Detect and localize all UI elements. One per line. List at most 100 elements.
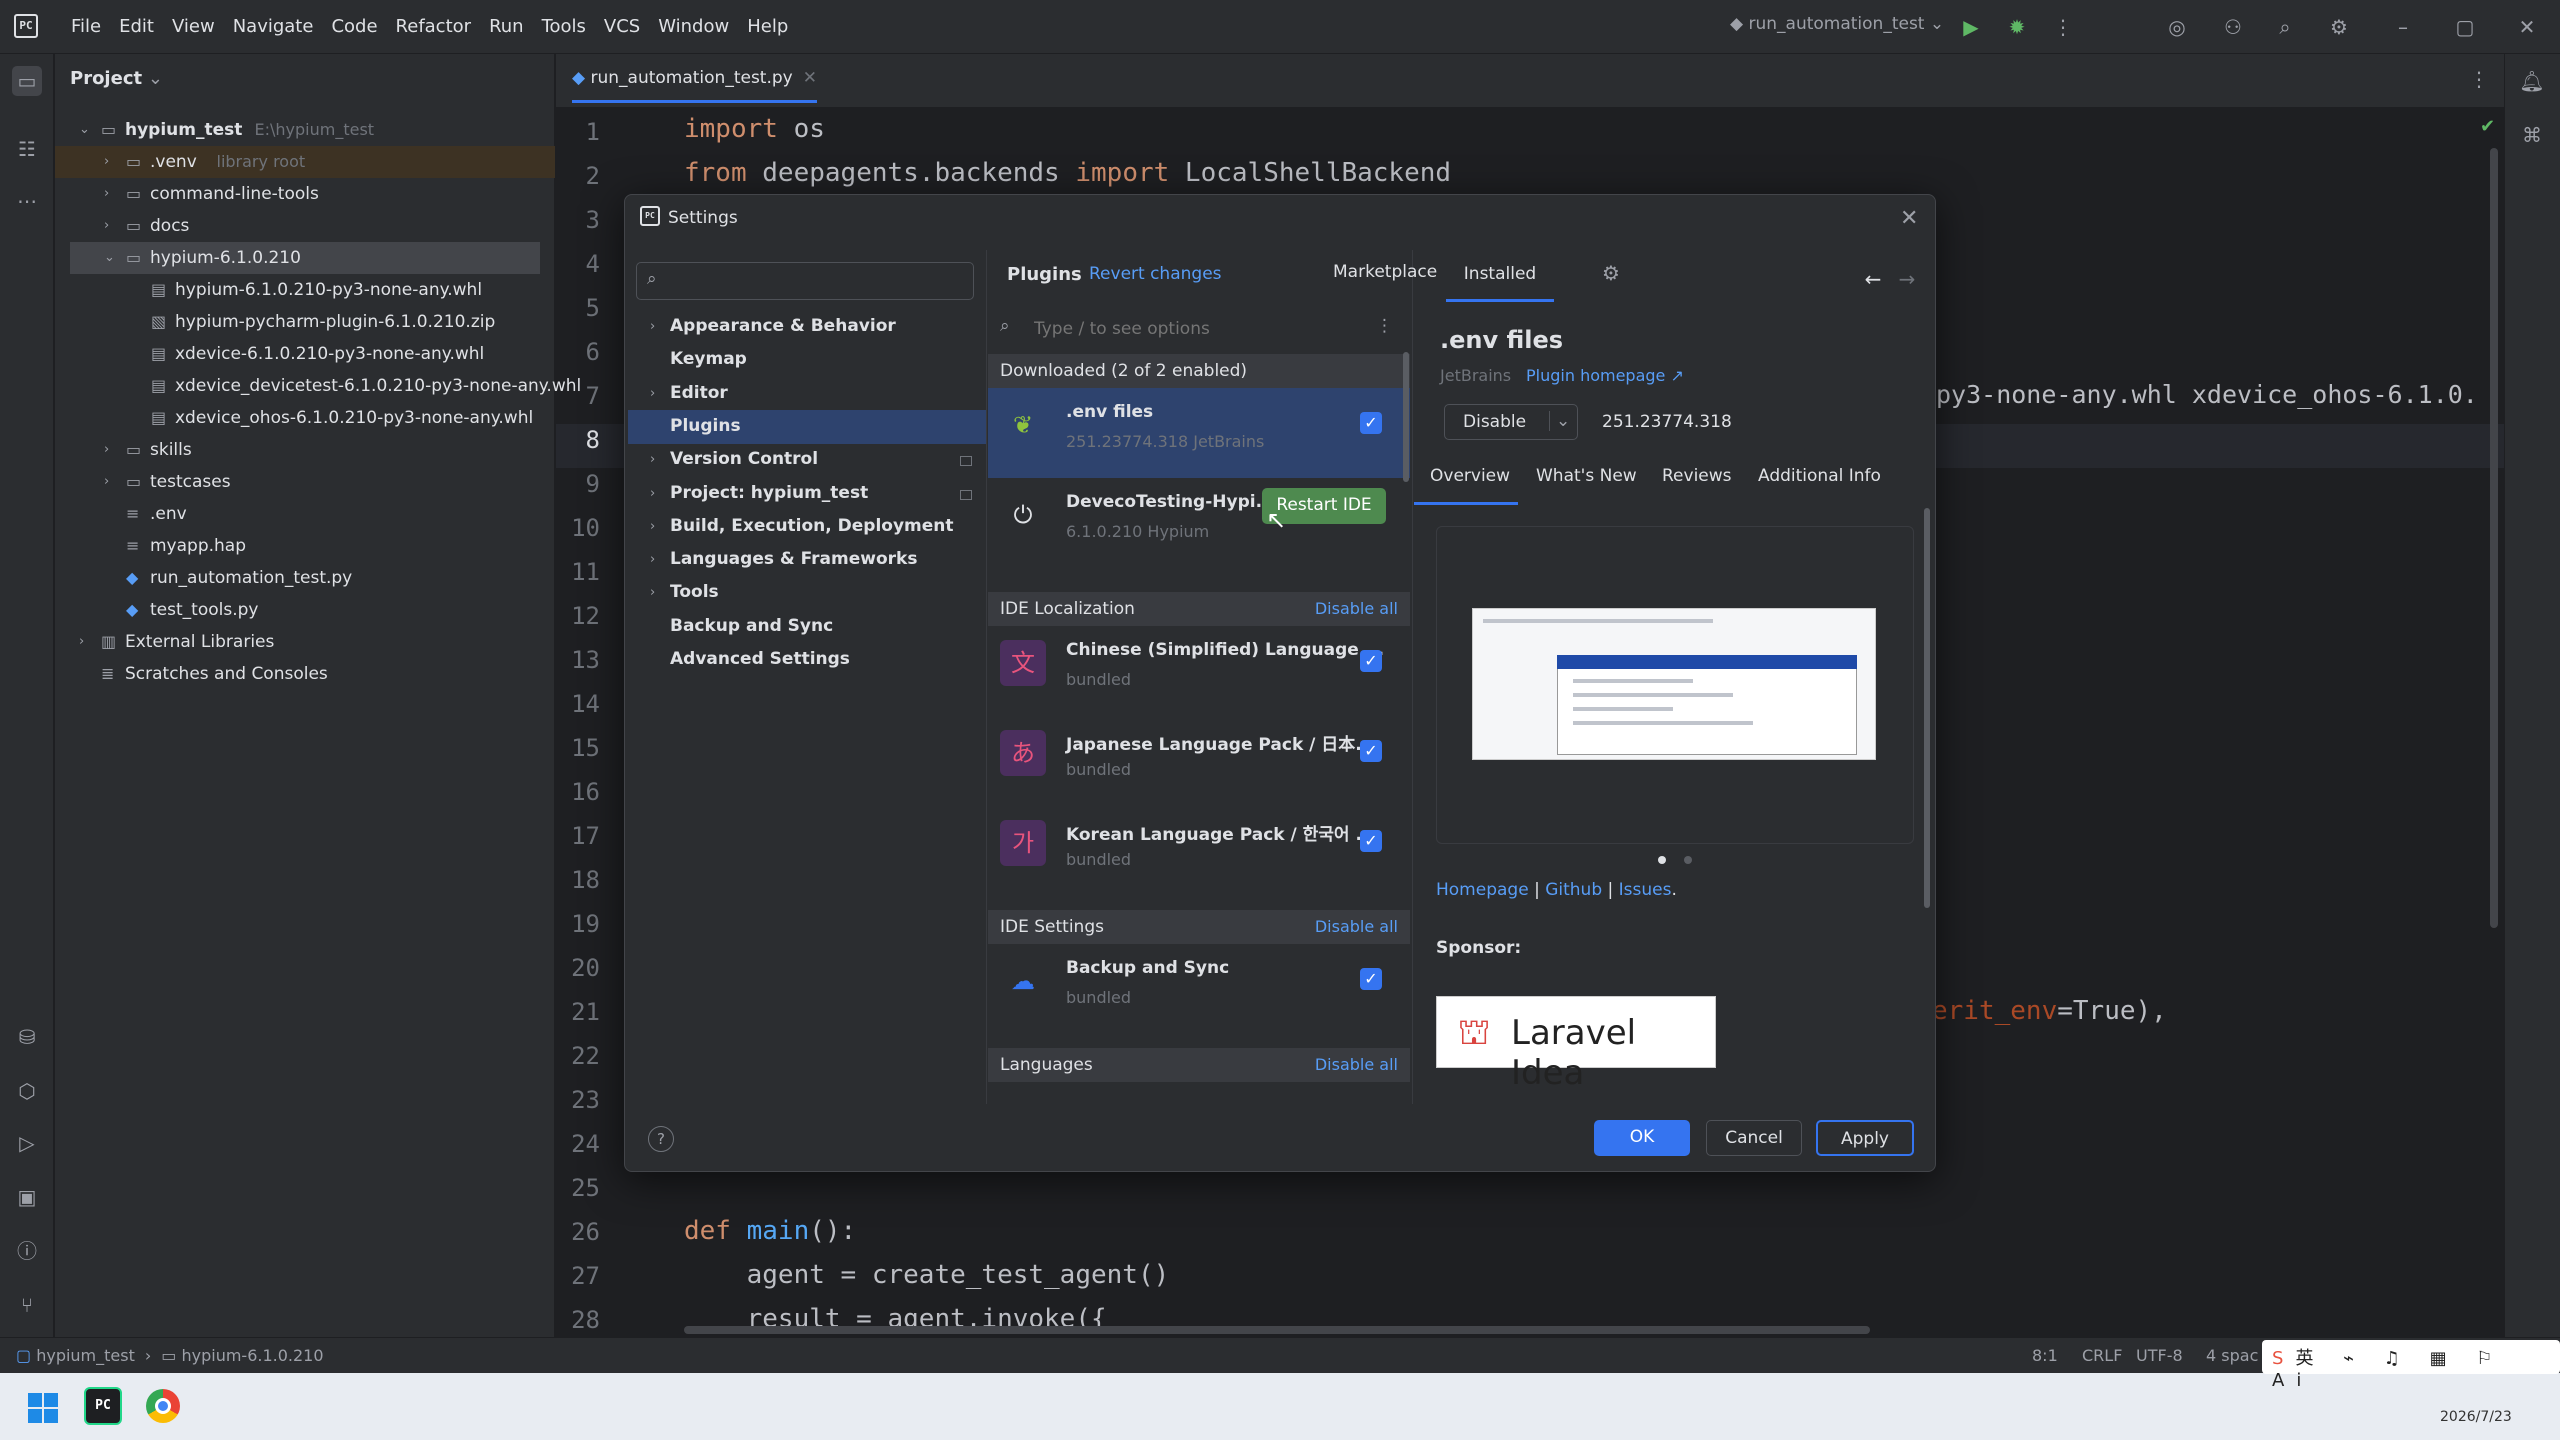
disable-all-link[interactable]: Disable all	[1315, 910, 1398, 944]
chevron-right-icon[interactable]: ›	[104, 434, 109, 466]
line-number[interactable]: 27	[556, 1262, 600, 1290]
code-line-21-tail[interactable]: erit_env=True),	[1932, 996, 2167, 1026]
file-encoding[interactable]: UTF-8	[2136, 1346, 2183, 1365]
menu-item-file[interactable]: File	[62, 14, 110, 39]
plugin-row[interactable]: あ Japanese Language Pack / 日本... bundled ✓	[988, 716, 1410, 806]
settings-search-field[interactable]	[671, 267, 961, 295]
menu-item-navigate[interactable]: Navigate	[224, 14, 323, 39]
plugin-search-input[interactable]	[1034, 314, 1354, 344]
chevron-right-icon[interactable]: ›	[104, 178, 109, 210]
detail-tab[interactable]: Reviews	[1662, 466, 1732, 486]
code-line-26[interactable]: def main():	[684, 1216, 856, 1246]
line-number[interactable]: 4	[556, 250, 600, 278]
run-panel-icon[interactable]: ▷	[12, 1128, 42, 1158]
plugin-settings-gear-icon[interactable]: ⚙	[1598, 260, 1624, 286]
menu-item-refactor[interactable]: Refactor	[387, 14, 481, 39]
plugin-enabled-checkbox[interactable]: ✓	[1360, 968, 1382, 990]
terminal-icon[interactable]: ▣	[12, 1182, 42, 1212]
add-user-icon[interactable]: ⚇	[2220, 14, 2246, 40]
settings-nav-item[interactable]: › Version Control	[650, 443, 818, 476]
chevron-down-icon[interactable]: ⌄	[104, 242, 115, 274]
settings-nav-item[interactable]: Plugins	[670, 410, 741, 443]
caret-position[interactable]: 8:1	[2032, 1346, 2058, 1365]
line-number[interactable]: 23	[556, 1086, 600, 1114]
line-number[interactable]: 16	[556, 778, 600, 806]
debug-icon[interactable]: ✹	[2004, 14, 2030, 40]
apply-button[interactable]: Apply	[1816, 1120, 1914, 1156]
tree-item[interactable]: ≡ myapp.hap	[55, 530, 555, 562]
settings-nav-item[interactable]: Backup and Sync	[670, 610, 833, 643]
menu-item-help[interactable]: Help	[738, 14, 797, 39]
tree-item[interactable]: › ▭ docs	[55, 210, 555, 242]
plugin-enabled-checkbox[interactable]: ✓	[1360, 412, 1382, 434]
line-number[interactable]: 8	[556, 426, 600, 454]
more-tools-icon[interactable]: ⋯	[12, 186, 42, 216]
tree-item[interactable]: ▤ xdevice_devicetest-6.1.0.210-py3-none-a…	[55, 370, 581, 402]
chevron-right-icon[interactable]: ›	[650, 477, 655, 510]
github-link[interactable]: Github	[1545, 880, 1602, 900]
vertical-scrollbar[interactable]	[2490, 148, 2498, 928]
detail-scrollbar[interactable]	[1924, 508, 1930, 908]
ai-chat-icon[interactable]: ⌘	[2517, 120, 2547, 150]
tree-item[interactable]: ≡ .env	[55, 498, 555, 530]
chevron-right-icon[interactable]: ›	[650, 377, 655, 410]
disable-all-link[interactable]: Disable all	[1315, 592, 1398, 626]
project-view-selector[interactable]: Project ⌄	[70, 68, 163, 89]
tree-item[interactable]: › ▭ skills	[55, 434, 555, 466]
tree-item[interactable]: › ▭ command-line-tools	[55, 178, 555, 210]
plugin-row[interactable]: ❦ .env files 251.23774.318 JetBrains ✓	[988, 388, 1410, 478]
run-icon[interactable]: ▶	[1958, 14, 1984, 40]
issues-link[interactable]: Issues	[1619, 880, 1672, 900]
menu-item-code[interactable]: Code	[322, 14, 386, 39]
tab-run-automation-test[interactable]: ◆ run_automation_test.py ✕	[572, 68, 817, 103]
carousel-dot[interactable]	[1684, 856, 1692, 864]
settings-nav-item[interactable]: Keymap	[670, 343, 747, 376]
ime-toolbar[interactable]: S英 ⌁ ♫ ▦ ⚐ Ai	[2262, 1340, 2560, 1391]
cancel-button[interactable]: Cancel	[1706, 1120, 1802, 1156]
search-icon[interactable]: ⌕	[2272, 14, 2298, 40]
tree-item[interactable]: ≣ Scratches and Consoles	[55, 658, 555, 690]
line-number[interactable]: 1	[556, 118, 600, 146]
help-button[interactable]: ?	[648, 1126, 674, 1152]
line-number[interactable]: 14	[556, 690, 600, 718]
line-number[interactable]: 15	[556, 734, 600, 762]
chevron-right-icon[interactable]: ›	[104, 210, 109, 242]
code-line-7-tail[interactable]: py3-none-any.whl xdevice_ohos-6.1.0.	[1936, 380, 2478, 409]
menu-item-vcs[interactable]: VCS	[595, 14, 649, 39]
tab-marketplace[interactable]: Marketplace	[1333, 262, 1437, 282]
tree-item[interactable]: › ▥ External Libraries	[55, 626, 555, 658]
horizontal-scrollbar[interactable]	[684, 1326, 1870, 1334]
menu-item-run[interactable]: Run	[480, 14, 533, 39]
git-icon[interactable]: ⑂	[12, 1290, 42, 1320]
detail-tab[interactable]: What's New	[1536, 466, 1637, 486]
chevron-right-icon[interactable]: ›	[104, 466, 109, 498]
chevron-right-icon[interactable]: ›	[650, 543, 655, 576]
problems-icon[interactable]: ⓘ	[12, 1236, 42, 1266]
tree-item[interactable]: ⌄ ▭ hypium-6.1.0.210	[70, 242, 540, 274]
taskbar-date[interactable]: 2026/7/23	[2440, 1409, 2512, 1425]
tree-item[interactable]: › ▭ .venv library root	[55, 146, 555, 178]
structure-icon[interactable]: ☷	[12, 134, 42, 164]
menu-item-window[interactable]: Window	[649, 14, 738, 39]
settings-nav-item[interactable]: › Languages & Frameworks	[650, 543, 917, 576]
tree-item[interactable]: ◆ run_automation_test.py	[55, 562, 555, 594]
chevron-right-icon[interactable]: ›	[650, 510, 655, 543]
tree-item[interactable]: ◆ test_tools.py	[55, 594, 555, 626]
more-icon[interactable]: ⋮	[2050, 14, 2076, 40]
pycharm-logo-icon[interactable]: PC	[14, 14, 38, 38]
ai-assistant-icon[interactable]: ◎	[2164, 14, 2190, 40]
line-number[interactable]: 24	[556, 1130, 600, 1158]
line-number[interactable]: 25	[556, 1174, 600, 1202]
services-icon[interactable]: ⬡	[12, 1076, 42, 1106]
menu-item-view[interactable]: View	[163, 14, 224, 39]
inspection-ok-icon[interactable]: ✔	[2480, 116, 2495, 137]
chevron-right-icon[interactable]: ›	[650, 310, 655, 343]
tree-item[interactable]: ▤ xdevice_ohos-6.1.0.210-py3-none-any.whl	[55, 402, 555, 434]
settings-nav-item[interactable]: › Appearance & Behavior	[650, 310, 896, 343]
menu-item-edit[interactable]: Edit	[110, 14, 163, 39]
settings-nav-item[interactable]: Advanced Settings	[670, 643, 850, 676]
chevron-right-icon[interactable]: ›	[79, 626, 84, 658]
tab-installed[interactable]: Installed	[1446, 250, 1554, 302]
plugin-row[interactable]: 가 Korean Language Pack / 한국어 ... bundled ✓	[988, 806, 1410, 896]
line-number[interactable]: 11	[556, 558, 600, 586]
